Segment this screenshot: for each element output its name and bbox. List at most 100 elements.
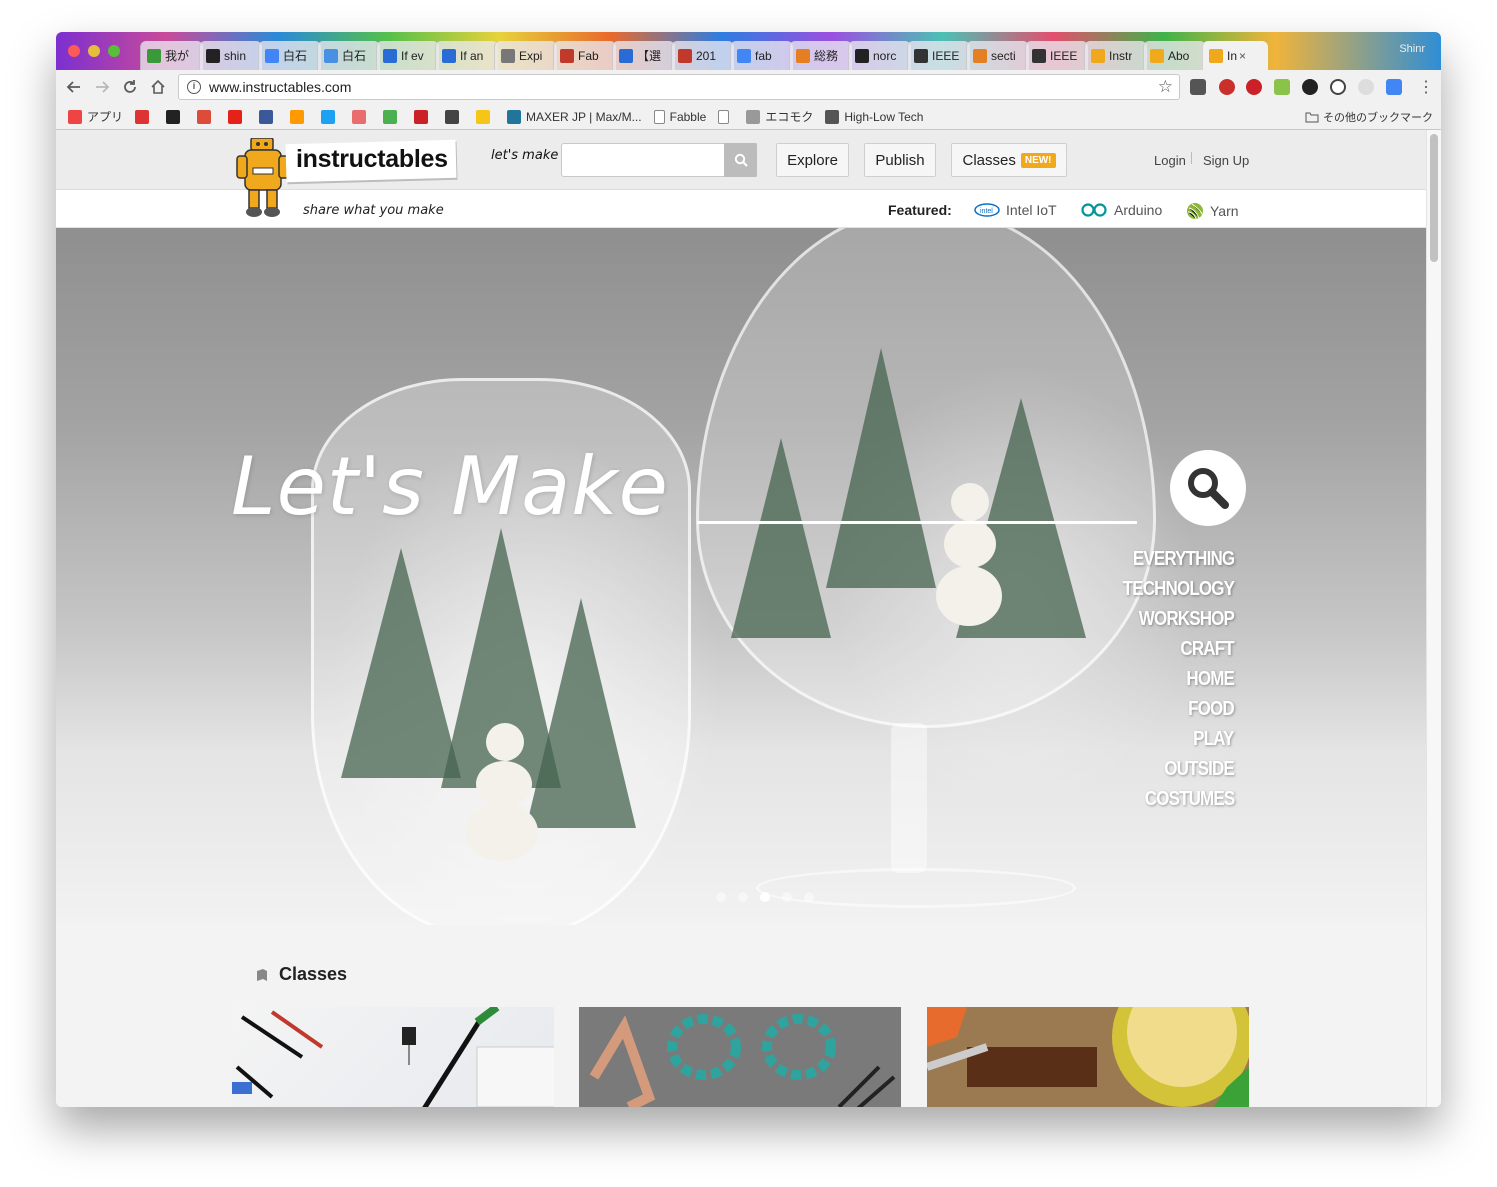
slide-dot[interactable] (804, 892, 814, 902)
bookmark-item[interactable]: エコモク (746, 108, 813, 125)
browser-tab[interactable]: Abo (1143, 41, 1206, 70)
classes-button[interactable]: Classes NEW! (951, 143, 1067, 177)
hero-search-button[interactable] (1170, 450, 1246, 526)
hero-snowman (951, 483, 989, 521)
bookmark-item[interactable] (290, 109, 309, 124)
bookmark-item[interactable]: MAXER JP | Max/M... (507, 109, 642, 124)
hero-category-food[interactable]: FOOD (1188, 698, 1235, 721)
browser-tab[interactable]: shin (199, 41, 262, 70)
featured-yarn[interactable]: Yarn (1186, 202, 1239, 220)
pocket-extension-icon[interactable] (1190, 79, 1206, 95)
bookmark-item[interactable] (259, 109, 278, 124)
featured-arduino[interactable]: Arduino (1080, 202, 1162, 218)
hero-category-play[interactable]: PLAY (1194, 728, 1235, 751)
address-bar[interactable]: i www.instructables.com ☆ (178, 74, 1180, 100)
tab-favicon-icon (619, 48, 633, 63)
face-extension-icon[interactable] (1358, 79, 1374, 95)
bookmark-item[interactable] (135, 109, 154, 124)
bookmark-item[interactable] (352, 109, 371, 124)
browser-tab[interactable]: norc (848, 41, 911, 70)
forward-button[interactable] (90, 75, 114, 99)
hero-category-home[interactable]: HOME (1186, 668, 1234, 691)
bookmark-item[interactable] (228, 109, 247, 124)
apps-icon (68, 109, 82, 124)
android-extension-icon[interactable] (1274, 79, 1290, 95)
bookmark-item[interactable] (197, 109, 216, 124)
translate-extension-icon[interactable] (1386, 79, 1402, 95)
onepassword-extension-icon[interactable] (1330, 79, 1346, 95)
signup-link[interactable]: Sign Up (1203, 153, 1249, 168)
hero-category-everything[interactable]: EVERYTHING (1133, 548, 1235, 571)
hero-category-costumes[interactable]: COSTUMES (1144, 788, 1234, 811)
back-button[interactable] (62, 75, 86, 99)
bookmark-item[interactable]: High-Low Tech (825, 109, 923, 124)
electronics-class-card[interactable] (232, 1007, 554, 1107)
bookmark-item[interactable] (321, 109, 340, 124)
bookmark-item[interactable] (166, 109, 185, 124)
bookmark-label: MAXER JP | Max/M... (526, 109, 642, 124)
slide-dot[interactable] (782, 892, 792, 902)
browser-tab[interactable]: 201 (671, 41, 734, 70)
web-page: instructables share what you make let's … (56, 130, 1441, 1107)
slide-dot[interactable] (716, 892, 726, 902)
hero-tree (826, 348, 936, 588)
scrollbar-thumb[interactable] (1430, 134, 1438, 262)
ext-2-icon[interactable] (1219, 79, 1235, 95)
browser-tab[interactable]: 我が (140, 41, 203, 70)
slide-dot[interactable] (738, 892, 748, 902)
bookmark-item[interactable]: Fabble (653, 109, 706, 124)
bookmark-item[interactable] (414, 109, 433, 124)
browser-tab[interactable]: IEEE (1025, 41, 1088, 70)
url-text[interactable]: www.instructables.com (209, 79, 351, 95)
hero-search-input[interactable] (697, 521, 1137, 524)
desktop-background: 我が shin 白石 白石 If ev If an Expi Fab 【選 201 fab 総務 nor… (0, 0, 1497, 1187)
tab-close-icon[interactable]: × (1239, 49, 1246, 63)
hero-category-workshop[interactable]: WORKSHOP (1139, 608, 1235, 631)
site-logo[interactable]: instructables (296, 145, 448, 174)
bookmark-star-icon[interactable]: ☆ (1158, 77, 1173, 97)
maximize-window-button[interactable] (108, 45, 120, 57)
cooking-class-card[interactable] (927, 1007, 1249, 1107)
browser-tab[interactable]: 総務 (789, 41, 852, 70)
bookmark-item[interactable]: アプリ (68, 108, 123, 125)
jewelry-class-card[interactable] (579, 1007, 901, 1107)
browser-tab[interactable]: If ev (376, 41, 439, 70)
bookmark-item[interactable] (476, 109, 495, 124)
home-button[interactable] (146, 75, 170, 99)
site-search-button[interactable] (724, 143, 757, 177)
hero-category-technology[interactable]: TECHNOLOGY (1123, 578, 1235, 601)
publish-button[interactable]: Publish (864, 143, 936, 177)
tab-favicon-icon (442, 48, 456, 63)
other-bookmarks-folder[interactable]: その他のブックマーク (1305, 109, 1433, 125)
bookmark-item[interactable] (718, 109, 734, 124)
hero-category-craft[interactable]: CRAFT (1181, 638, 1235, 661)
featured-intel-iot[interactable]: intel Intel IoT (974, 202, 1057, 218)
hero-category-outside[interactable]: OUTSIDE (1164, 758, 1234, 781)
color-extension-icon[interactable] (1302, 79, 1318, 95)
browser-tab[interactable]: Expi (494, 41, 557, 70)
browser-tab[interactable]: 白石 (317, 41, 380, 70)
menu-kebab-icon[interactable]: ⋮ (1418, 77, 1434, 97)
browser-tab[interactable]: Fab (553, 41, 616, 70)
slide-dot[interactable] (760, 892, 770, 902)
site-info-icon[interactable]: i (187, 80, 201, 94)
browser-tab[interactable]: fab (730, 41, 793, 70)
profile-button[interactable]: Shinr (1399, 43, 1425, 55)
pinterest-extension-icon[interactable] (1246, 79, 1262, 95)
login-link[interactable]: Login (1154, 153, 1186, 168)
bookmark-item[interactable] (383, 109, 402, 124)
close-window-button[interactable] (68, 45, 80, 57)
browser-tab[interactable]: 【選 (612, 41, 675, 70)
explore-button[interactable]: Explore (776, 143, 849, 177)
bookmark-item[interactable] (445, 109, 464, 124)
browser-tab[interactable]: If an (435, 41, 498, 70)
page-scrollbar[interactable] (1426, 130, 1441, 1107)
browser-tab[interactable]: IEEE (907, 41, 970, 70)
reload-button[interactable] (118, 75, 142, 99)
browser-tab[interactable]: secti (966, 41, 1029, 70)
browser-tab[interactable]: 白石 (258, 41, 321, 70)
browser-tab[interactable]: Instr (1084, 41, 1147, 70)
minimize-window-button[interactable] (88, 45, 100, 57)
classes-label: Classes (962, 151, 1016, 169)
browser-tab[interactable]: In × (1202, 41, 1268, 70)
